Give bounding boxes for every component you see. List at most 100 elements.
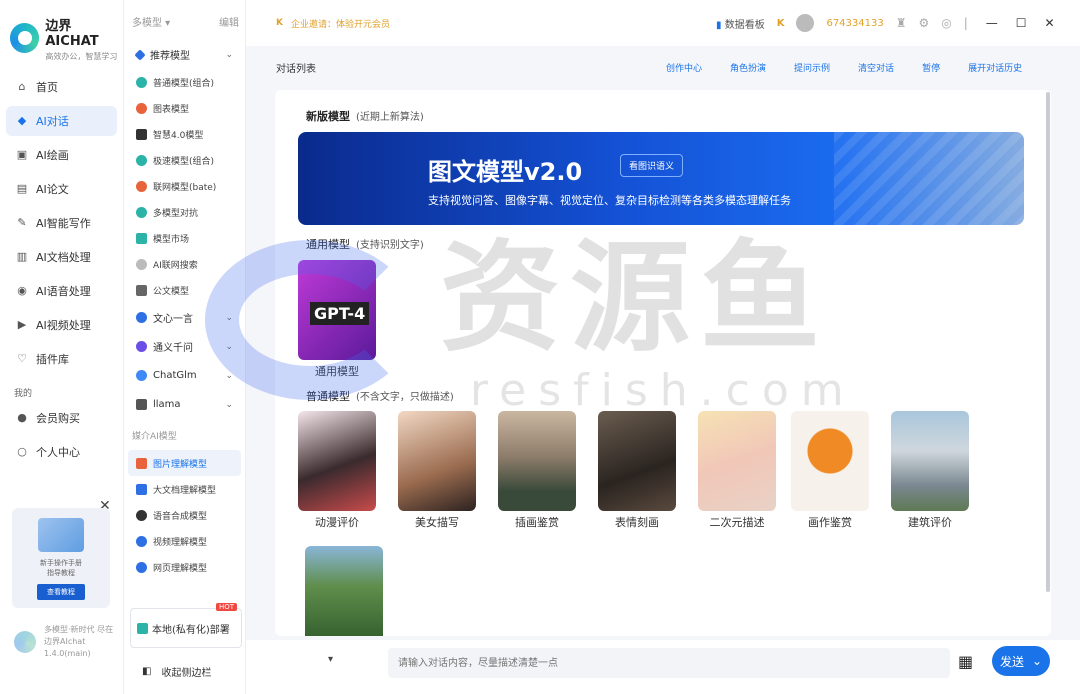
model-icon bbox=[136, 232, 147, 244]
speaker-icon: ◉ bbox=[17, 284, 27, 297]
nav-item-ai-chat[interactable]: ◆ AI对话 bbox=[6, 106, 117, 136]
model-card-illustration[interactable]: 插画鉴赏 bbox=[498, 411, 576, 530]
media-item-web[interactable]: 网页理解模型 bbox=[124, 554, 245, 580]
nav-item-ai-document[interactable]: ▥ AI文档处理 bbox=[6, 242, 117, 272]
media-item-voice[interactable]: 语音合成模型 bbox=[124, 502, 245, 528]
card-label: 建筑评价 bbox=[908, 516, 952, 529]
landscape-thumbnail bbox=[498, 411, 576, 511]
clear-chat-link[interactable]: 清空对话 bbox=[858, 61, 894, 74]
model-card-expression[interactable]: 表情刻画 bbox=[598, 411, 676, 530]
model-item[interactable]: 普通模型(组合) bbox=[124, 69, 245, 95]
model-item[interactable]: 联网模型(bate) bbox=[124, 173, 245, 199]
model-filter-dropdown[interactable]: 多模型 ▾ bbox=[132, 14, 170, 40]
model-card-bridge[interactable] bbox=[305, 546, 383, 636]
model-group-recommend[interactable]: 推荐模型 ⌄ bbox=[124, 40, 245, 69]
model-item[interactable]: 智慧4.0模型 bbox=[124, 121, 245, 147]
nav-item-ai-paper[interactable]: ▤ AI论文 bbox=[6, 174, 117, 204]
sidebar-icon: ◧ bbox=[142, 666, 152, 677]
model-icon bbox=[136, 180, 147, 192]
maximize-icon[interactable]: ☐ bbox=[1016, 16, 1027, 30]
send-button[interactable]: 发送 ⌄ bbox=[992, 646, 1050, 676]
nav-item-ai-video[interactable]: ▶ AI视频处理 bbox=[6, 310, 117, 340]
model-card-architecture[interactable]: 建筑评价 bbox=[891, 411, 969, 530]
gear-icon[interactable]: ⚙ bbox=[918, 16, 929, 30]
media-item-document[interactable]: 大文档理解模型 bbox=[124, 476, 245, 502]
chevron-down-icon[interactable]: ⌄ bbox=[1032, 654, 1042, 668]
model-item[interactable]: 多模型对抗 bbox=[124, 199, 245, 225]
brand: 边界AICHAT 高效办公，智慧学习 bbox=[0, 0, 123, 62]
version-logo-icon bbox=[14, 631, 36, 653]
model-card-2d[interactable]: 二次元描述 bbox=[698, 411, 776, 530]
local-deploy-button[interactable]: HOT 本地(私有化)部署 bbox=[130, 603, 242, 648]
model-icon bbox=[136, 154, 147, 166]
model-item[interactable]: AI联网搜索 bbox=[124, 251, 245, 277]
edit-link[interactable]: 编辑 bbox=[219, 14, 239, 40]
model-item[interactable]: 公文模型 bbox=[124, 277, 245, 303]
media-item-image[interactable]: 图片理解模型 bbox=[128, 450, 241, 476]
nav-item-plugins[interactable]: ♡ 插件库 bbox=[6, 344, 117, 374]
card-label: 美女描写 bbox=[415, 516, 459, 529]
model-group-llama[interactable]: llama ⌄ bbox=[124, 390, 245, 419]
nav-item-ai-painting[interactable]: ▣ AI绘画 bbox=[6, 140, 117, 170]
content-scrollbar[interactable] bbox=[1046, 92, 1050, 592]
shirt-icon[interactable]: ♜ bbox=[896, 16, 907, 30]
model-icon bbox=[136, 284, 147, 296]
nav-item-membership[interactable]: ● 会员购买 bbox=[6, 403, 117, 433]
nav-item-ai-voice[interactable]: ◉ AI语音处理 bbox=[6, 276, 117, 306]
vip-badge-icon: K bbox=[776, 17, 785, 29]
caret-down-icon[interactable]: ▾ bbox=[328, 654, 333, 665]
avatar[interactable] bbox=[796, 14, 815, 32]
model-item[interactable]: 极速模型(组合) bbox=[124, 147, 245, 173]
model-group-chatglm[interactable]: ChatGlm ⌄ bbox=[124, 361, 245, 390]
model-card-painting[interactable]: 画作鉴赏 bbox=[791, 411, 869, 530]
diamond-icon bbox=[134, 48, 146, 61]
model-list: 多模型 ▾ 编辑 推荐模型 ⌄ 普通模型(组合) 图表模型 智慧4.0模型 极速模… bbox=[124, 0, 246, 694]
hot-badge: HOT bbox=[215, 603, 237, 611]
media-item-video[interactable]: 视频理解模型 bbox=[124, 528, 245, 554]
banner-tag-button[interactable]: 看图识语义 bbox=[620, 154, 684, 177]
model-item[interactable]: 模型市场 bbox=[124, 225, 245, 251]
nav-section-mine: 我的 bbox=[14, 389, 33, 399]
nav-item-ai-writing[interactable]: ✎ AI智能写作 bbox=[6, 208, 117, 238]
document-model-icon bbox=[136, 483, 147, 495]
collapse-sidebar-button[interactable]: ◧ 收起侧边栏 bbox=[142, 664, 211, 679]
creation-center-link[interactable]: 创作中心 bbox=[666, 61, 702, 74]
face-thumbnail bbox=[598, 411, 676, 511]
gpt4-thumb-text: GPT-4 bbox=[310, 302, 370, 325]
bar-chart-icon: ▮ bbox=[716, 19, 722, 31]
close-icon[interactable]: ✕ bbox=[1045, 16, 1055, 30]
model-group-tongyi[interactable]: 通义千问 ⌄ bbox=[124, 332, 245, 361]
prompt-examples-link[interactable]: 提问示例 bbox=[794, 61, 830, 74]
model-card-anime[interactable]: 动漫评价 bbox=[298, 411, 376, 530]
content-panel: 新版模型 (近期上新算法) 图文模型v2.0 看图识语义 支持视觉问答、图像字幕、… bbox=[275, 90, 1051, 636]
profile-icon: ○ bbox=[17, 445, 27, 458]
image-text-model-banner[interactable]: 图文模型v2.0 看图识语义 支持视觉问答、图像字幕、视觉定位、复杂目标检测等各… bbox=[298, 132, 1024, 225]
view-tutorial-button[interactable]: 查看教程 bbox=[37, 584, 85, 600]
model-group-wenxin[interactable]: 文心一言 ⌄ bbox=[124, 303, 245, 332]
headset-icon[interactable]: ◎ bbox=[941, 16, 951, 30]
model-item[interactable]: 图表模型 bbox=[124, 95, 245, 121]
chat-input[interactable] bbox=[388, 648, 950, 678]
nav-item-profile[interactable]: ○ 个人中心 bbox=[6, 437, 117, 467]
expand-history-link[interactable]: 展开对话历史 bbox=[968, 61, 1022, 74]
model-card-beauty[interactable]: 美女描写 bbox=[398, 411, 476, 530]
file-icon: ▥ bbox=[16, 250, 28, 263]
brand-title: 边界AICHAT bbox=[45, 18, 99, 49]
gpt4-model-card[interactable]: GPT-4 通用模型 bbox=[298, 260, 376, 379]
plugin-icon: ♡ bbox=[17, 352, 27, 365]
top-bar: K 企业邀请：体验开元会员 ▮ 数据看板 K 674334133 ♜ ⚙ ◎ |… bbox=[246, 0, 1080, 46]
main-header: 对话列表 创作中心 角色扮演 提问示例 清空对话 暂停 展开对话历史 bbox=[246, 46, 1080, 88]
notice-text[interactable]: 企业邀请：体验开元会员 bbox=[291, 17, 390, 30]
nav-item-home[interactable]: ⌂ 首页 bbox=[6, 72, 117, 102]
page-title: 对话列表 bbox=[276, 63, 316, 75]
minimize-icon[interactable]: — bbox=[986, 16, 998, 30]
grid-icon[interactable]: ▦ bbox=[958, 652, 973, 671]
card-label: 通用模型 bbox=[315, 365, 359, 378]
role-play-link[interactable]: 角色扮演 bbox=[730, 61, 766, 74]
dashboard-link[interactable]: ▮ 数据看板 bbox=[716, 16, 765, 31]
card-label: 插画鉴赏 bbox=[515, 516, 559, 529]
tongyi-icon bbox=[136, 341, 147, 352]
brand-subtitle: 高效办公，智慧学习 bbox=[45, 51, 118, 61]
pause-link[interactable]: 暂停 bbox=[922, 61, 940, 74]
web-model-icon bbox=[136, 561, 147, 573]
